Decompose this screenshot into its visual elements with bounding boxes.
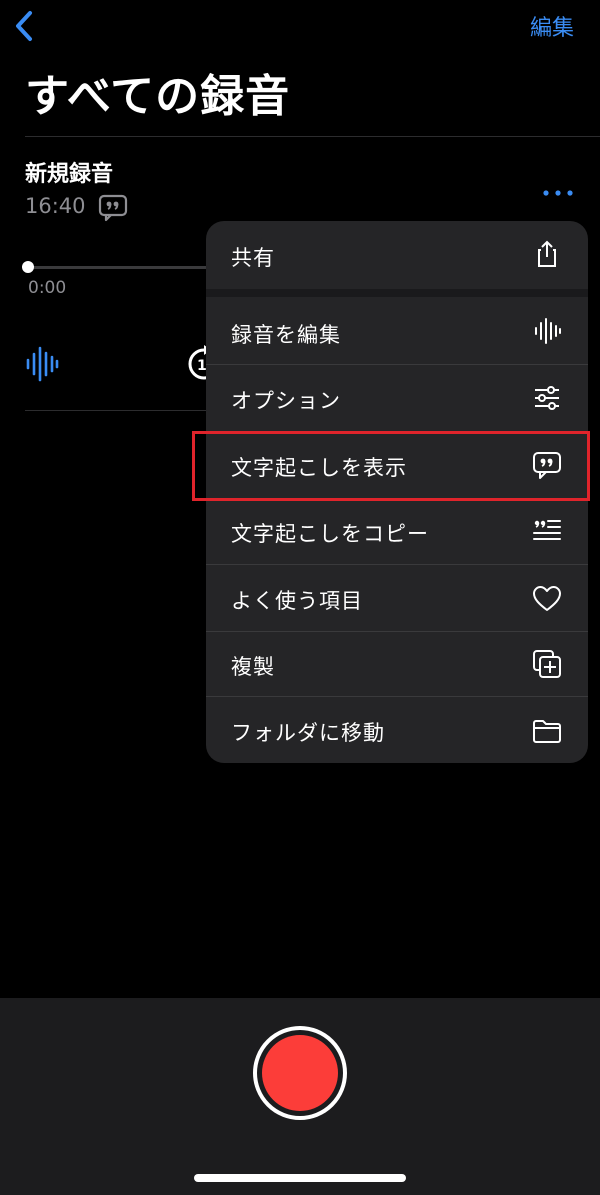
duplicate-icon — [533, 650, 561, 678]
menu-item-options[interactable]: オプション — [206, 365, 588, 431]
menu-item-label: 共有 — [231, 246, 275, 270]
elapsed-time: 0:00 — [28, 278, 67, 298]
nav-bar: 編集 — [0, 0, 600, 56]
menu-item-label: 録音を編集 — [231, 323, 341, 347]
menu-item-edit-recording[interactable]: 録音を編集 — [206, 297, 588, 364]
menu-item-copy-transcript[interactable]: 文字起こしをコピー — [206, 499, 588, 564]
scrubber-knob[interactable] — [22, 261, 34, 273]
quote-text-icon — [533, 520, 561, 540]
transcript-icon — [98, 194, 128, 222]
folder-icon — [533, 720, 561, 743]
edit-button[interactable]: 編集 — [530, 10, 574, 42]
menu-item-label: 文字起こしをコピー — [231, 522, 429, 546]
edit-waveform-button[interactable] — [24, 344, 60, 384]
more-button[interactable] — [542, 183, 574, 196]
menu-item-share[interactable]: 共有 — [206, 221, 588, 289]
page-title: すべての録音 — [25, 71, 291, 122]
heart-icon — [533, 586, 561, 611]
playback-scrubber[interactable] — [28, 266, 208, 269]
chevron-left-icon — [16, 11, 32, 41]
menu-item-move-to-folder[interactable]: フォルダに移動 — [206, 697, 588, 763]
divider — [25, 410, 215, 411]
menu-item-label: よく使う項目 — [231, 589, 363, 613]
highlight-annotation — [192, 431, 590, 501]
menu-item-label: オプション — [231, 389, 341, 413]
menu-item-label: フォルダに移動 — [231, 721, 385, 745]
share-icon — [538, 240, 556, 267]
menu-item-duplicate[interactable]: 複製 — [206, 632, 588, 696]
menu-item-label: 複製 — [231, 655, 275, 679]
menu-item-favorite[interactable]: よく使う項目 — [206, 565, 588, 631]
waveform-icon — [535, 318, 561, 344]
ellipsis-icon — [543, 190, 573, 196]
back-button[interactable] — [12, 8, 42, 44]
recording-title[interactable]: 新規録音 — [25, 156, 113, 188]
sliders-icon — [535, 386, 559, 410]
record-icon — [262, 1035, 338, 1111]
home-indicator[interactable] — [194, 1174, 406, 1182]
recording-time: 16:40 — [25, 194, 86, 218]
divider — [25, 136, 600, 137]
waveform-icon — [26, 346, 59, 382]
menu-group-gap — [206, 289, 588, 297]
record-button[interactable] — [253, 1026, 347, 1120]
